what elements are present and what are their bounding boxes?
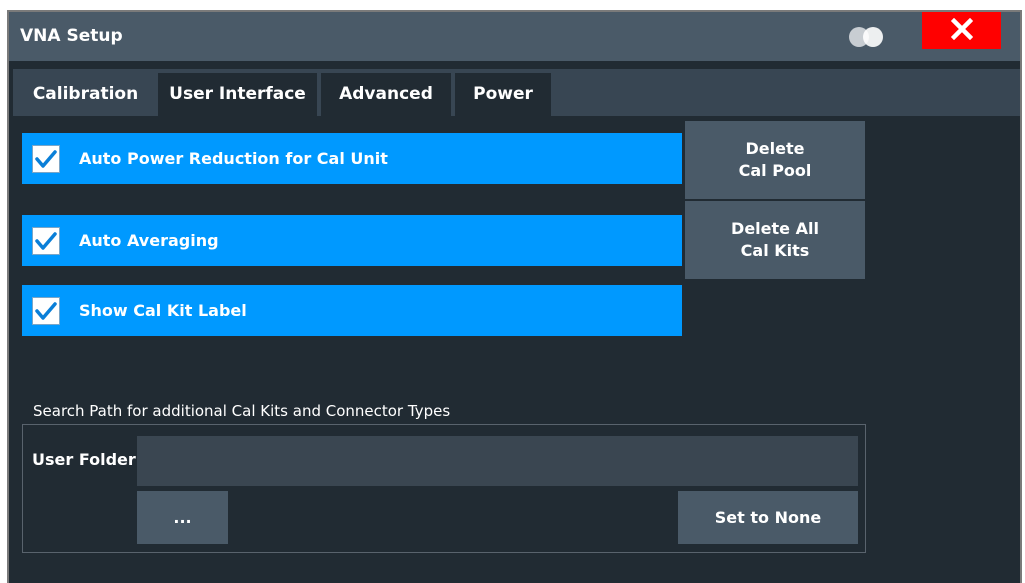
tab-user-interface[interactable]: User Interface [158, 73, 317, 116]
close-x-icon [950, 17, 973, 44]
checkmark-icon [35, 232, 57, 250]
tab-power[interactable]: Power [455, 73, 551, 116]
button-label-line-1: Delete All [731, 219, 819, 238]
search-path-section-label: Search Path for additional Cal Kits and … [33, 402, 451, 420]
delete-all-cal-kits-button[interactable]: Delete All Cal Kits [685, 201, 865, 279]
checkmark-icon [35, 302, 57, 320]
tab-bar: Calibration User Interface Advanced Powe… [13, 69, 1020, 116]
checkbox[interactable] [32, 227, 60, 255]
delete-cal-pool-button[interactable]: Delete Cal Pool [685, 121, 865, 199]
window-title: VNA Setup [20, 26, 123, 46]
user-folder-input[interactable] [137, 436, 858, 486]
checkbox[interactable] [32, 145, 60, 173]
checkmark-icon [35, 150, 57, 168]
checkbox[interactable] [32, 297, 60, 325]
auto-averaging-checkbox-row[interactable]: Auto Averaging [22, 215, 682, 266]
title-bar: VNA Setup [9, 12, 1020, 61]
checkbox-label: Show Cal Kit Label [79, 301, 247, 320]
checkbox-label: Auto Averaging [79, 231, 219, 250]
user-folder-label: User Folder [32, 450, 136, 469]
browse-button[interactable]: ... [137, 491, 228, 544]
checkbox-label: Auto Power Reduction for Cal Unit [79, 149, 388, 168]
auto-power-reduction-checkbox-row[interactable]: Auto Power Reduction for Cal Unit [22, 133, 682, 184]
close-button[interactable] [922, 12, 1001, 49]
set-to-none-button[interactable]: Set to None [678, 491, 858, 544]
two-circles-toggle-icon[interactable] [844, 25, 890, 49]
button-label-line-2: Cal Kits [740, 241, 810, 260]
tab-calibration[interactable]: Calibration [17, 73, 154, 116]
tab-advanced[interactable]: Advanced [321, 73, 451, 116]
show-cal-kit-label-checkbox-row[interactable]: Show Cal Kit Label [22, 285, 682, 336]
button-label-line-2: Cal Pool [738, 161, 812, 180]
vna-setup-dialog: VNA Setup Calibration User Interface Adv… [7, 10, 1022, 583]
button-label-line-1: Delete [745, 139, 805, 158]
